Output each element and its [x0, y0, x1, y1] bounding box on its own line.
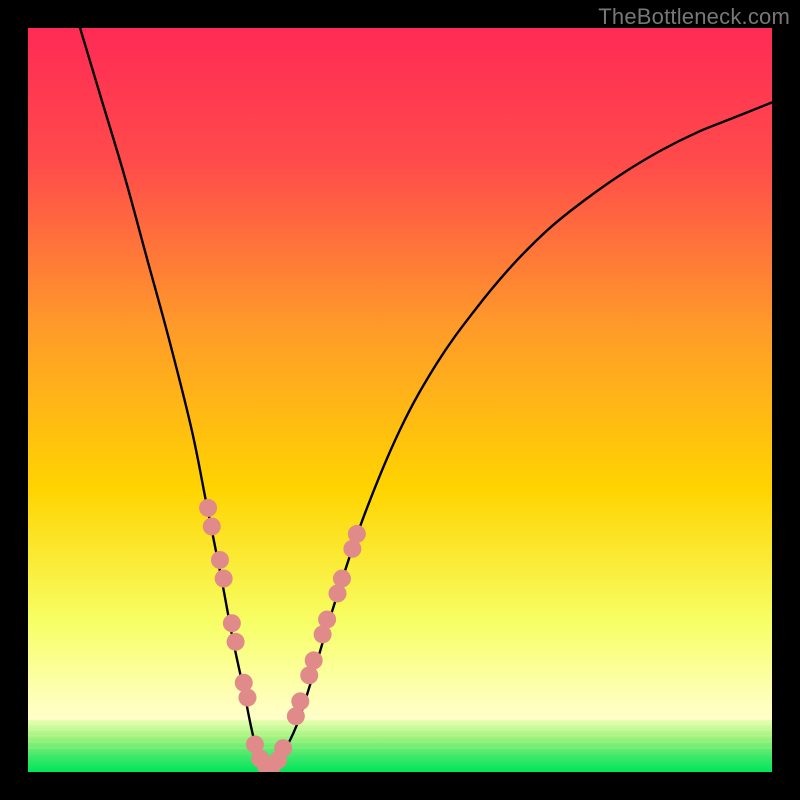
bottleneck-chart [0, 0, 800, 800]
marker-valley-cluster [274, 739, 292, 757]
marker-left-cluster [227, 633, 245, 651]
marker-left-cluster [238, 689, 256, 707]
marker-right-cluster [318, 610, 336, 628]
watermark-text: TheBottleneck.com [598, 4, 790, 30]
marker-left-cluster [215, 570, 233, 588]
marker-left-cluster [223, 614, 241, 632]
marker-right-cluster [291, 692, 309, 710]
marker-left-cluster [199, 499, 217, 517]
marker-right-cluster [348, 525, 366, 543]
marker-left-cluster [203, 517, 221, 535]
marker-left-cluster [211, 551, 229, 569]
marker-right-cluster [305, 651, 323, 669]
marker-right-cluster [333, 570, 351, 588]
chart-container: TheBottleneck.com [0, 0, 800, 800]
